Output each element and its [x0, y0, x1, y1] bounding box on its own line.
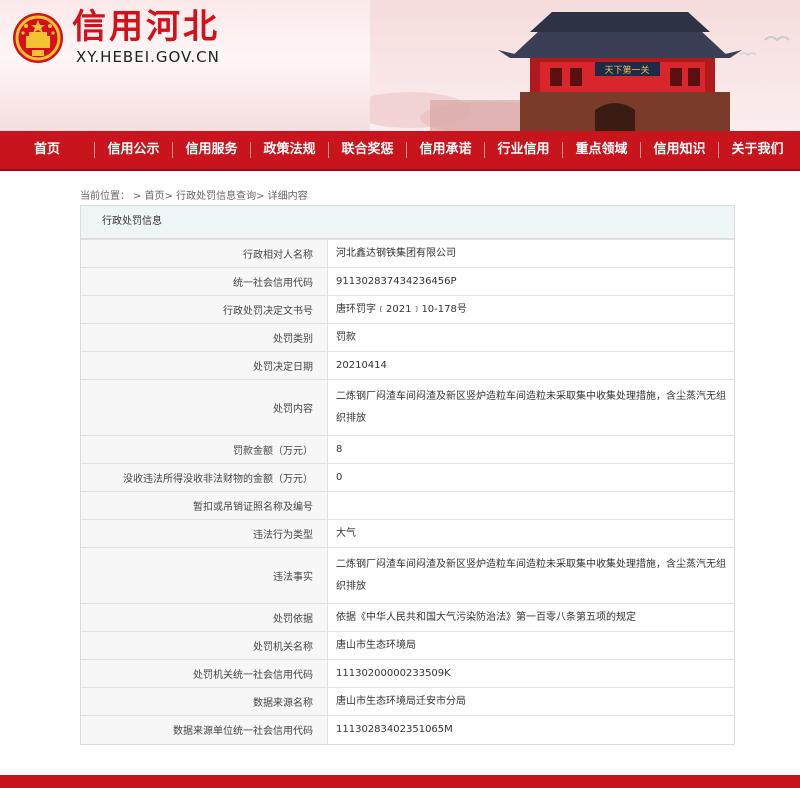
table-row: 行政处罚决定文书号 唐环罚字﹝2021﹞10-178号	[81, 295, 734, 324]
field-label: 处罚机关统一社会信用代码	[81, 659, 328, 688]
nav-about-us[interactable]: 关于我们	[719, 131, 796, 169]
breadcrumb-prefix: 当前位置：	[80, 191, 130, 202]
field-label: 处罚内容	[81, 379, 328, 436]
banner-plaque-text: 天下第一关	[604, 64, 649, 76]
table-row: 处罚机关名称 唐山市生态环境局	[81, 631, 734, 660]
page-footer-bar	[0, 775, 800, 788]
table-row: 处罚依据 依据《中华人民共和国大气污染防治法》第一百零八条第五项的规定	[81, 603, 734, 632]
table-row: 处罚内容 二炼钢厂闷渣车间闷渣及新区竖炉造粒车间造粒未采取集中收集处理措施，含尘蒸…	[81, 379, 734, 436]
field-value: 唐环罚字﹝2021﹞10-178号	[327, 295, 734, 324]
nav-credit-service[interactable]: 信用服务	[173, 131, 250, 169]
table-row: 统一社会信用代码 911302837434236456P	[81, 267, 734, 296]
table-row: 处罚机关统一社会信用代码 11130200000233509K	[81, 659, 734, 688]
field-value: 罚款	[327, 323, 734, 352]
nav-credit-publicity[interactable]: 信用公示	[95, 131, 172, 169]
field-value: 唐山市生态环境局	[327, 631, 734, 660]
nav-credit-commitment[interactable]: 信用承诺	[407, 131, 484, 169]
table-row: 暂扣或吊销证照名称及编号	[81, 491, 734, 520]
field-label: 处罚类别	[81, 323, 328, 352]
penalty-detail-table: 行政相对人名称 河北鑫达钢铁集团有限公司 统一社会信用代码 911302837434…	[81, 239, 734, 744]
field-label: 没收违法所得没收非法财物的金额（万元）	[81, 463, 328, 492]
gate-tower-banner: 天下第一关	[370, 0, 800, 131]
field-label: 统一社会信用代码	[81, 267, 328, 296]
table-row: 数据来源名称 唐山市生态环境局迁安市分局	[81, 687, 734, 716]
nav-key-areas[interactable]: 重点领域	[563, 131, 640, 169]
table-row: 罚款金额（万元） 8	[81, 435, 734, 464]
table-row: 数据来源单位统一社会信用代码 11130283402351065M	[81, 715, 734, 744]
site-url: XY.HEBEI.GOV.CN	[76, 48, 220, 66]
field-label: 处罚机关名称	[81, 631, 328, 660]
field-value: 河北鑫达钢铁集团有限公司	[327, 239, 734, 268]
field-value: 唐山市生态环境局迁安市分局	[327, 687, 734, 716]
field-value: 20210414	[327, 351, 734, 380]
breadcrumb-path[interactable]: > 首页> 行政处罚信息查询> 详细内容	[133, 191, 308, 202]
table-row: 处罚类别 罚款	[81, 323, 734, 352]
field-value: 二炼钢厂闷渣车间闷渣及新区竖炉造粒车间造粒未采取集中收集处理措施，含尘蒸汽无组织…	[327, 547, 734, 604]
field-value: 二炼钢厂闷渣车间闷渣及新区竖炉造粒车间造粒未采取集中收集处理措施，含尘蒸汽无组织…	[327, 379, 734, 436]
field-label: 暂扣或吊销证照名称及编号	[81, 491, 328, 520]
field-value: 0	[327, 463, 734, 492]
nav-credit-knowledge[interactable]: 信用知识	[641, 131, 718, 169]
field-label: 违法行为类型	[81, 519, 328, 548]
field-label: 行政处罚决定文书号	[81, 295, 328, 324]
field-value: 大气	[327, 519, 734, 548]
nav-home[interactable]: 首页	[0, 131, 94, 169]
field-label: 数据来源名称	[81, 687, 328, 716]
nav-joint-reward-punish[interactable]: 联合奖惩	[329, 131, 406, 169]
field-value: 8	[327, 435, 734, 464]
field-label: 违法事实	[81, 547, 328, 604]
table-row: 违法事实 二炼钢厂闷渣车间闷渣及新区竖炉造粒车间造粒未采取集中收集处理措施，含尘蒸…	[81, 547, 734, 604]
table-row: 违法行为类型 大气	[81, 519, 734, 548]
breadcrumb: 当前位置： > 首页> 行政处罚信息查询> 详细内容	[80, 187, 311, 202]
nav-industry-credit[interactable]: 行业信用	[485, 131, 562, 169]
field-label: 处罚决定日期	[81, 351, 328, 380]
field-label: 罚款金额（万元）	[81, 435, 328, 464]
field-label: 行政相对人名称	[81, 239, 328, 268]
field-value: 911302837434236456P	[327, 267, 734, 296]
panel-title: 行政处罚信息	[81, 206, 734, 239]
site-title[interactable]: 信用河北	[72, 6, 220, 48]
nav-policy[interactable]: 政策法规	[251, 131, 328, 169]
field-value: 11130200000233509K	[327, 659, 734, 688]
field-label: 数据来源单位统一社会信用代码	[81, 715, 328, 744]
field-value: 依据《中华人民共和国大气污染防治法》第一百零八条第五项的规定	[327, 603, 734, 632]
field-value: 11130283402351065M	[327, 715, 734, 744]
table-row: 行政相对人名称 河北鑫达钢铁集团有限公司	[81, 239, 734, 268]
table-row: 处罚决定日期 20210414	[81, 351, 734, 380]
penalty-detail-panel: 行政处罚信息 行政相对人名称 河北鑫达钢铁集团有限公司 统一社会信用代码 91130…	[80, 205, 735, 745]
site-header: 信用河北 XY.HEBEI.GOV.CN 天下第一关	[0, 0, 800, 131]
national-emblem-logo	[13, 13, 63, 63]
field-value	[327, 491, 734, 520]
table-row: 没收违法所得没收非法财物的金额（万元） 0	[81, 463, 734, 492]
field-label: 处罚依据	[81, 603, 328, 632]
main-nav: 首页 信用公示 信用服务 政策法规 联合奖惩 信用承诺 行业信用 重点领域 信用…	[0, 131, 800, 171]
